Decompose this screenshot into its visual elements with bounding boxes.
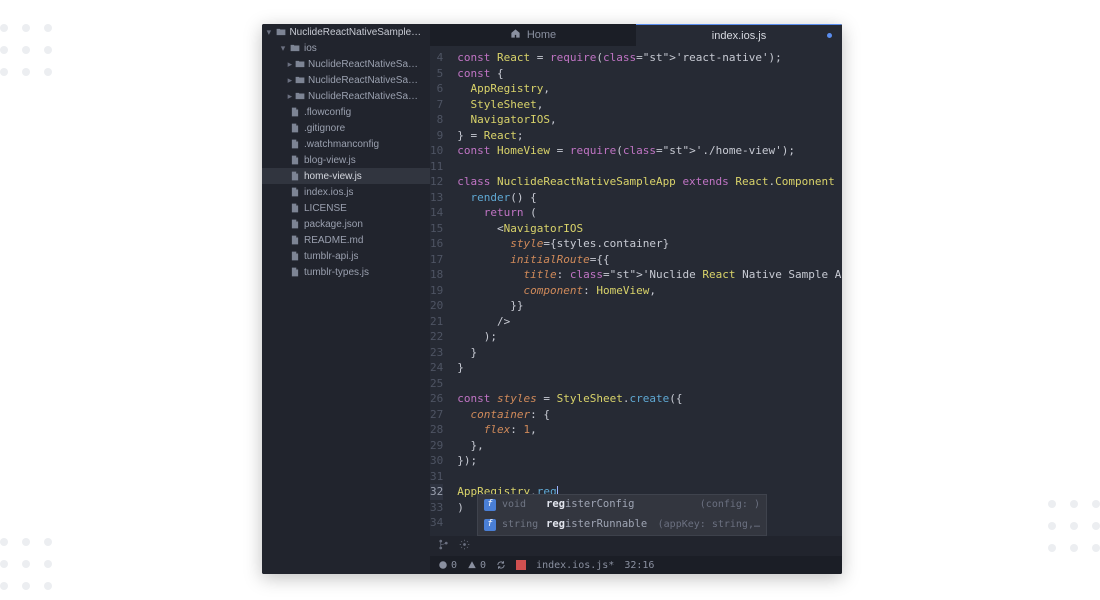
tree-item-label: blog-view.js [304,155,356,166]
tree-file[interactable]: README.md [262,232,430,248]
tree-folder[interactable]: ▸ NuclideReactNativeSampleApp [262,88,430,104]
tree-file[interactable]: blog-view.js [262,152,430,168]
file-icon [288,235,302,245]
status-sync-icon[interactable] [496,560,506,570]
editor-main: Home index.ios.js 45678910111213141516171… [430,24,842,574]
tree-item-label: NuclideReactNativeSampleApp [308,75,426,86]
autocomplete-item[interactable]: f void registerConfig (config: ) [478,495,766,515]
decorative-dots [0,24,52,76]
home-icon [510,28,521,42]
branch-icon[interactable] [438,539,449,553]
autocomplete-item[interactable]: f string registerRunnable (appKey: strin… [478,515,766,535]
status-bar: 0 0 index.ios.js* 32:16 [430,556,842,574]
decorative-dots [0,538,52,590]
file-icon [288,123,302,133]
file-icon [288,139,302,149]
tab-label: index.ios.js [712,30,766,42]
tree-file[interactable]: home-view.js [262,168,430,184]
tree-item-label: home-view.js [304,171,362,182]
tree-file[interactable]: index.ios.js [262,184,430,200]
tab-home[interactable]: Home [430,24,636,46]
tree-item-label: NuclideReactNativeSampleApp [308,59,426,70]
autocomplete-return-type: string [502,517,540,533]
tree-file[interactable]: .watchmanconfig [262,136,430,152]
folder-icon [294,59,306,69]
tree-folder[interactable]: ▾ ios [262,40,430,56]
status-warnings[interactable]: 0 [467,560,486,571]
file-icon [288,187,302,197]
folder-icon [294,91,306,101]
autocomplete-signature: (appKey: string,… [658,517,760,533]
folder-icon [288,43,302,53]
tree-file[interactable]: LICENSE [262,200,430,216]
file-icon [288,155,302,165]
file-icon [288,267,302,277]
tree-file[interactable]: .flowconfig [262,104,430,120]
file-icon [288,107,302,117]
autocomplete-popup[interactable]: f void registerConfig (config: )f string… [477,494,767,536]
file-icon [288,251,302,261]
editor-window: ▾ NuclideReactNativeSampleApp ▾ ios ▸ Nucli… [262,24,842,574]
autocomplete-name: registerConfig [546,497,635,513]
tab-index-ios-js[interactable]: index.ios.js [636,24,842,46]
tree-item-label: tumblr-api.js [304,251,358,262]
tree-file[interactable]: package.json [262,216,430,232]
tree-item-label: .gitignore [304,123,345,134]
file-icon [288,203,302,213]
tree-file[interactable]: tumblr-api.js [262,248,430,264]
chevron-right-icon: ▸ [286,91,294,102]
tree-folder[interactable]: ▸ NuclideReactNativeSampleApp [262,56,430,72]
tab-label: Home [527,29,556,41]
status-cursor-pos: 32:16 [624,560,654,571]
status-errors[interactable]: 0 [438,560,457,571]
tree-folder[interactable]: ▸ NuclideReactNativeSampleApp [262,72,430,88]
autocomplete-signature: (config: ) [700,497,760,513]
file-icon [288,219,302,229]
folder-icon [294,75,306,85]
tree-item-label: package.json [304,219,363,230]
code-content[interactable]: const React = require(class="st">'react-… [449,46,842,536]
file-icon [288,171,302,181]
function-icon: f [484,519,496,531]
tree-root-label: NuclideReactNativeSampleApp [289,27,426,38]
tree-item-label: tumblr-types.js [304,267,369,278]
chevron-down-icon: ▾ [278,43,288,54]
autocomplete-name: registerRunnable [546,517,647,533]
tree-item-label: index.ios.js [304,187,353,198]
code-editor[interactable]: 4567891011121314151617181920212223242526… [430,46,842,536]
modified-indicator [827,33,832,38]
tree-file[interactable]: .gitignore [262,120,430,136]
file-tree[interactable]: ▾ NuclideReactNativeSampleApp ▾ ios ▸ Nucli… [262,24,430,574]
editor-toolbar [430,536,842,556]
status-error-box[interactable] [516,560,526,570]
tree-item-label: ios [304,43,317,54]
tree-root[interactable]: ▾ NuclideReactNativeSampleApp [262,24,430,40]
tree-item-label: README.md [304,235,363,246]
chevron-down-icon: ▾ [264,27,274,38]
autocomplete-return-type: void [502,497,540,513]
line-gutter: 4567891011121314151617181920212223242526… [430,46,449,536]
tree-item-label: NuclideReactNativeSampleApp [308,91,426,102]
tree-file[interactable]: tumblr-types.js [262,264,430,280]
settings-icon[interactable] [459,539,470,553]
tree-item-label: .watchmanconfig [304,139,379,150]
chevron-right-icon: ▸ [286,75,294,86]
tree-item-label: .flowconfig [304,107,351,118]
folder-icon [274,27,288,37]
tab-bar: Home index.ios.js [430,24,842,46]
status-filename: index.ios.js* [536,560,614,571]
autocomplete-item[interactable]: f string registerComponent (appKey: stri… [478,535,766,536]
tree-item-label: LICENSE [304,203,347,214]
function-icon: f [484,499,496,511]
chevron-right-icon: ▸ [286,59,294,70]
decorative-dots [1048,500,1100,552]
